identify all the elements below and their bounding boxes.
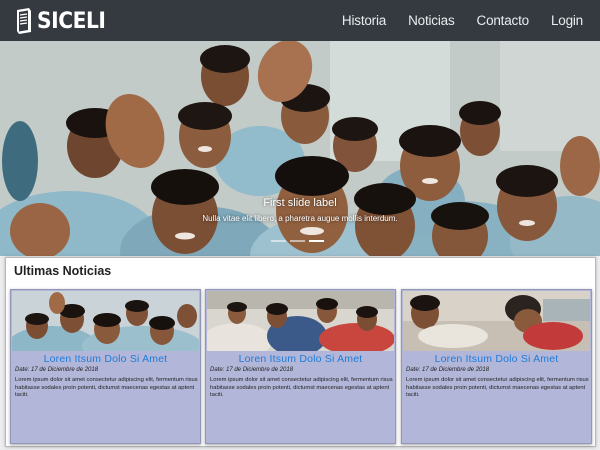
navbar: SICELI Historia Noticias Contacto Login: [0, 0, 600, 41]
news-card-title[interactable]: Loren Itsum Dolo Si Amet: [402, 353, 591, 365]
nav-link-contacto[interactable]: Contacto: [477, 13, 530, 28]
news-card-title[interactable]: Loren Itsum Dolo Si Amet: [11, 353, 200, 365]
news-card-text: Lorem ipsum dolor sit amet consectetur a…: [210, 377, 393, 399]
news-card-image: [207, 291, 394, 351]
news-card[interactable]: Loren Itsum Dolo Si Amet Date: 17 de Dic…: [10, 289, 201, 444]
nav-link-login[interactable]: Login: [551, 13, 583, 28]
news-card-text: Lorem ipsum dolor sit amet consectetur a…: [15, 377, 198, 399]
news-card-image: [12, 291, 199, 351]
nav-menu: Historia Noticias Contacto Login: [342, 0, 600, 41]
news-card[interactable]: Loren Itsum Dolo Si Amet Date: 17 de Dic…: [401, 289, 592, 444]
news-card-image: [403, 291, 590, 351]
news-card-date: Date: 17 de Diciembre de 2018: [210, 367, 294, 373]
news-card-date: Date: 17 de Diciembre de 2018: [15, 367, 99, 373]
carousel-caption-title: First slide label: [263, 197, 337, 209]
news-card-title[interactable]: Loren Itsum Dolo Si Amet: [206, 353, 395, 365]
carousel-caption-text: Nulla vitae elit libero, a pharetra augu…: [202, 214, 398, 223]
news-card[interactable]: Loren Itsum Dolo Si Amet Date: 17 de Dic…: [205, 289, 396, 444]
hero-carousel[interactable]: First slide label Nulla vitae elit liber…: [0, 41, 600, 256]
carousel-indicator-active[interactable]: [309, 240, 324, 242]
carousel-indicator[interactable]: [290, 240, 305, 242]
news-card-text: Lorem ipsum dolor sit amet consectetur a…: [406, 377, 589, 399]
nav-link-historia[interactable]: Historia: [342, 13, 386, 28]
carousel-indicators: [271, 240, 324, 242]
hero-photo: [0, 41, 600, 256]
news-heading: Ultimas Noticias: [14, 264, 112, 278]
brand-name: SICELI: [37, 8, 106, 34]
brand-logo[interactable]: SICELI: [14, 6, 111, 36]
carousel-indicator[interactable]: [271, 240, 286, 242]
news-card-date: Date: 17 de Diciembre de 2018: [406, 367, 490, 373]
news-section: Ultimas Noticias Loren Itsum Dolo Si Ame…: [5, 257, 596, 447]
book-icon: [17, 8, 31, 34]
nav-link-noticias[interactable]: Noticias: [408, 13, 455, 28]
